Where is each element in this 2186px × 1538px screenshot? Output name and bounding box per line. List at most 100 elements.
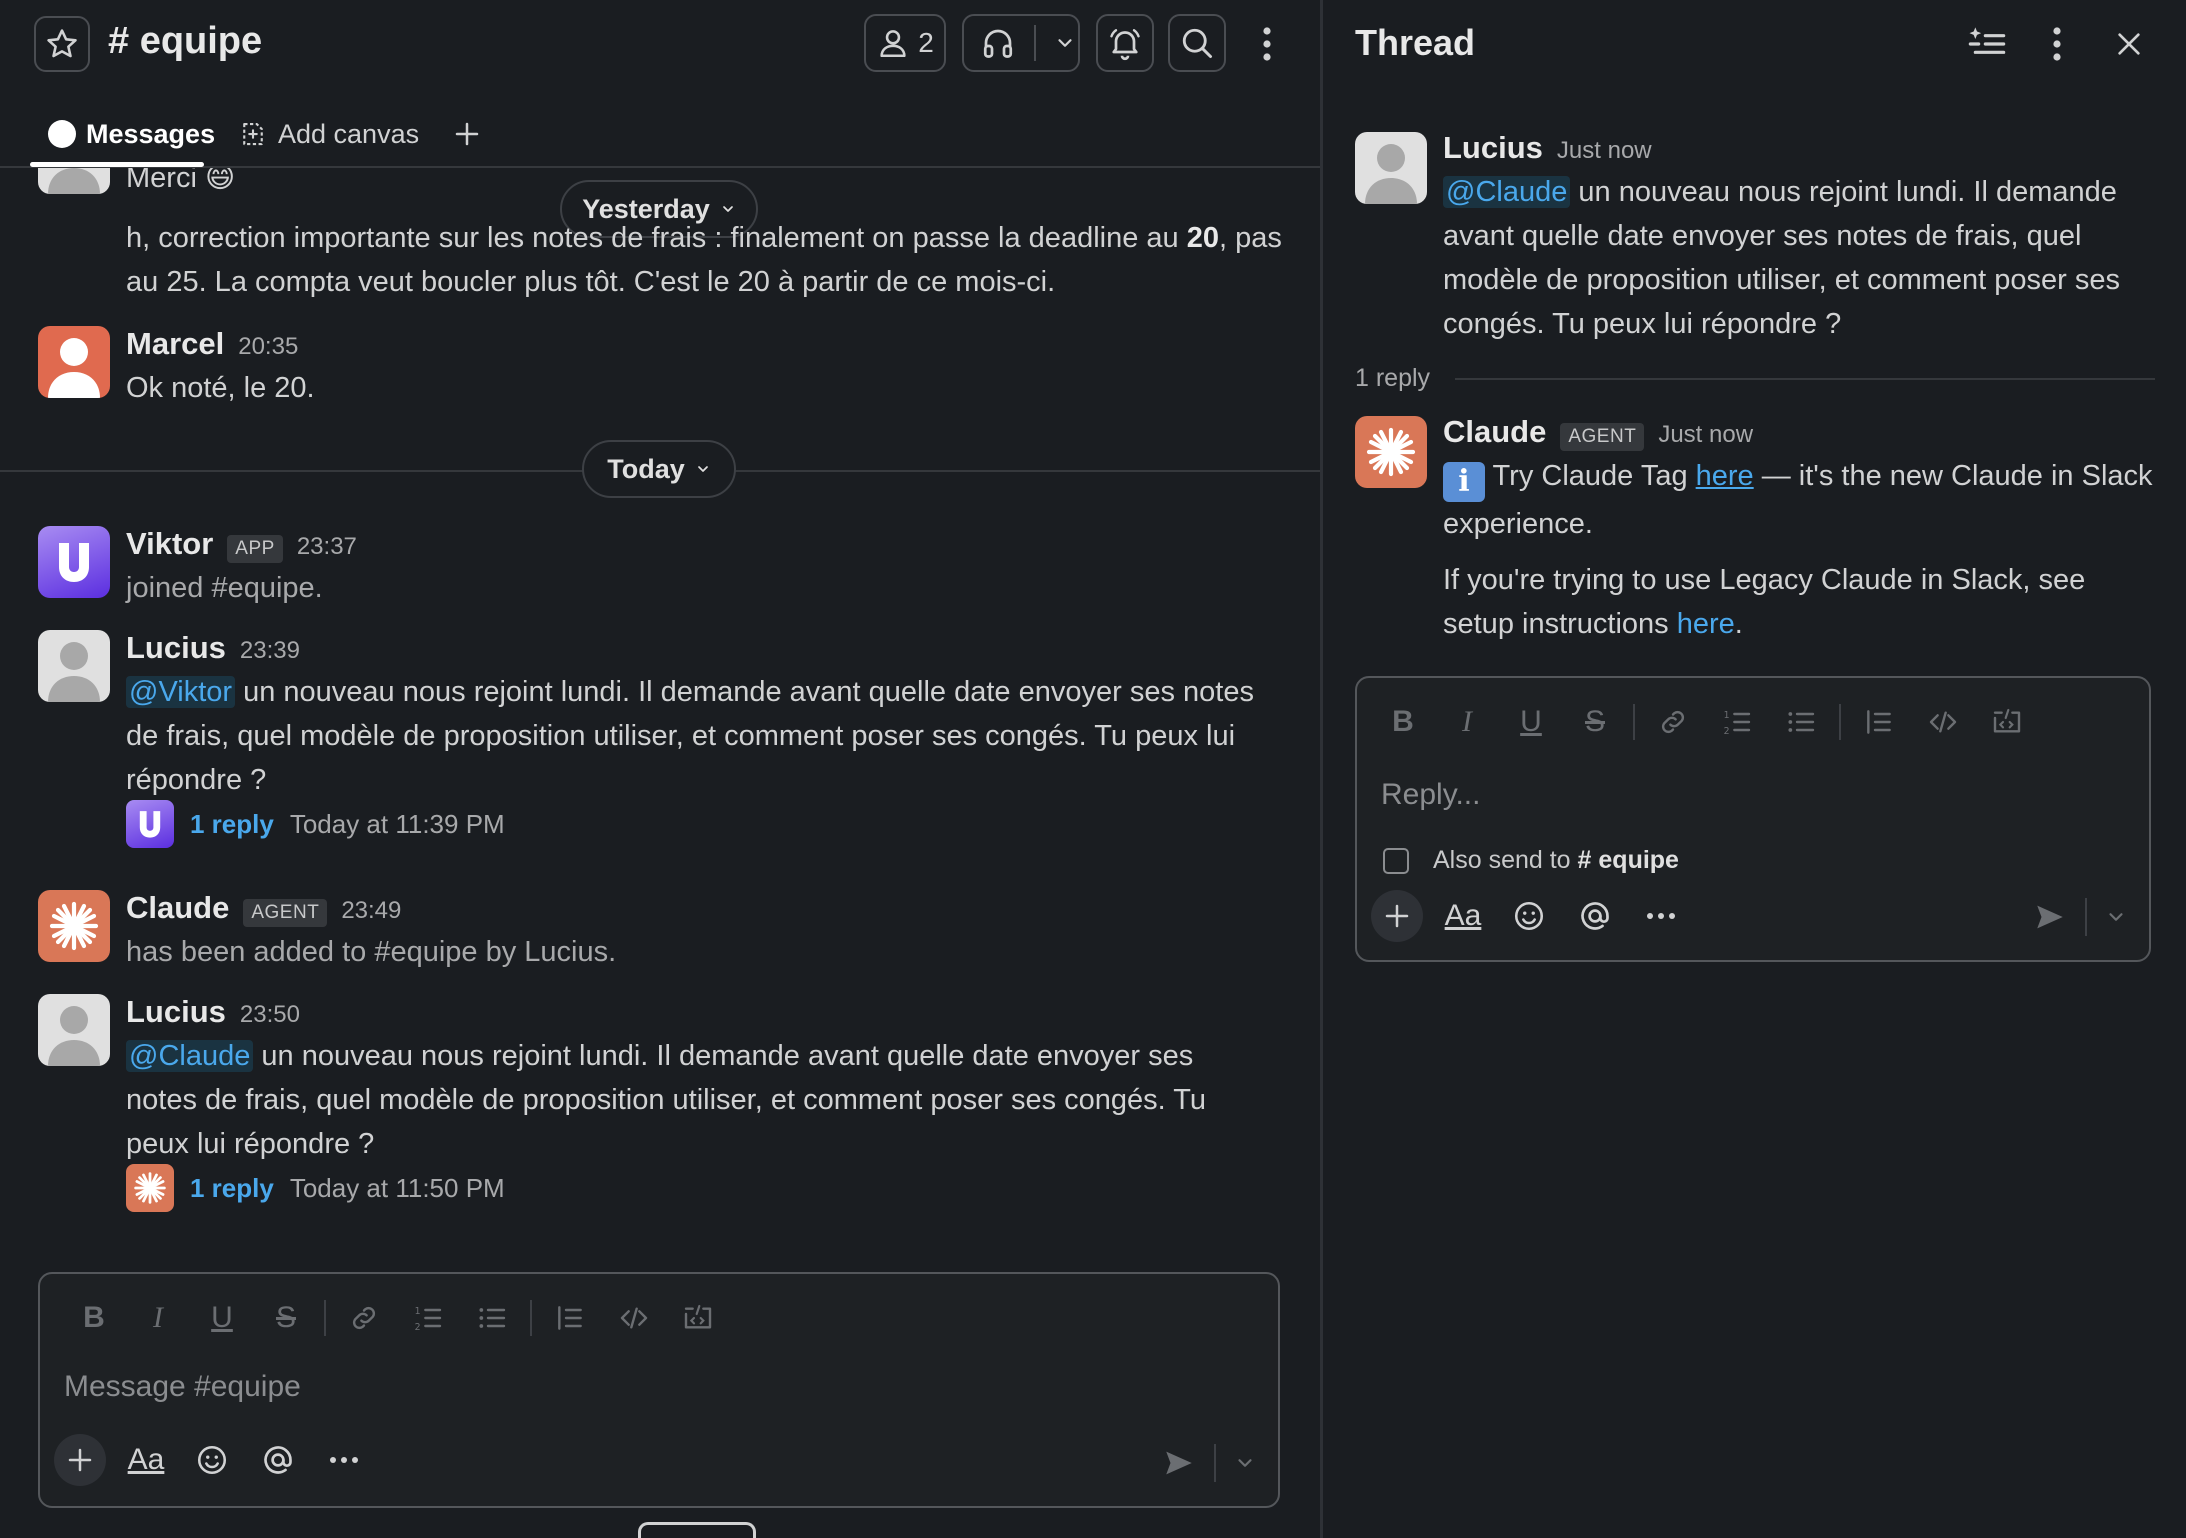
timestamp[interactable]: 23:39 bbox=[240, 637, 300, 665]
channel-header: # equipe 2 bbox=[0, 0, 1320, 88]
reply-count-link[interactable]: 1 reply bbox=[190, 809, 274, 840]
chevron-down-icon[interactable] bbox=[2105, 906, 2127, 928]
timestamp[interactable]: 20:35 bbox=[238, 333, 298, 361]
mention-button[interactable] bbox=[252, 1434, 304, 1486]
underline-button[interactable]: U bbox=[1499, 700, 1563, 744]
reply-count-link[interactable]: 1 reply bbox=[190, 1173, 274, 1204]
search-button[interactable] bbox=[1168, 14, 1226, 72]
thread-replies[interactable]: 1 reply Today at 11:50 PM bbox=[126, 1164, 505, 1212]
default-avatar-icon bbox=[48, 642, 100, 702]
reply-input[interactable]: Reply... bbox=[1381, 778, 1480, 812]
text-format-button[interactable]: Aa bbox=[1437, 890, 1489, 942]
timestamp[interactable]: Just now bbox=[1557, 137, 1652, 165]
channel-name[interactable]: # equipe bbox=[108, 20, 262, 63]
code-block-button[interactable] bbox=[1975, 700, 2039, 744]
blockquote-button[interactable] bbox=[538, 1296, 602, 1340]
bullet-list-button[interactable] bbox=[460, 1296, 524, 1340]
send-icon[interactable] bbox=[1162, 1446, 1196, 1480]
author-name[interactable]: Lucius bbox=[126, 994, 226, 1030]
timestamp[interactable]: 23:50 bbox=[240, 1001, 300, 1029]
tab-add-canvas[interactable]: Add canvas bbox=[238, 112, 419, 156]
emoji-icon bbox=[1514, 901, 1544, 931]
user-mention[interactable]: @Claude bbox=[1443, 176, 1571, 208]
bullet-list-button[interactable] bbox=[1769, 700, 1833, 744]
author-name[interactable]: Claude bbox=[126, 890, 229, 926]
thread-more-button[interactable] bbox=[2033, 20, 2081, 68]
code-button[interactable] bbox=[1911, 700, 1975, 744]
channel-more-button[interactable] bbox=[1250, 22, 1284, 66]
user-mention[interactable]: @Viktor bbox=[126, 676, 236, 708]
underline-button[interactable]: U bbox=[190, 1296, 254, 1340]
code-icon bbox=[620, 1307, 648, 1329]
huddle-button[interactable] bbox=[962, 14, 1080, 72]
notifications-button[interactable] bbox=[1096, 14, 1154, 72]
add-tab-button[interactable] bbox=[452, 112, 482, 156]
bold-button[interactable]: B bbox=[1371, 700, 1435, 744]
mention-button[interactable] bbox=[1569, 890, 1621, 942]
link-button[interactable] bbox=[1641, 700, 1705, 744]
timestamp[interactable]: 23:49 bbox=[341, 897, 401, 925]
members-button[interactable]: 2 bbox=[864, 14, 946, 72]
author-name[interactable]: Viktor bbox=[126, 526, 213, 562]
avatar[interactable] bbox=[38, 890, 110, 962]
message-input[interactable]: Message #equipe bbox=[64, 1370, 301, 1404]
more-actions-button[interactable] bbox=[318, 1434, 370, 1486]
resize-handle[interactable] bbox=[638, 1522, 756, 1538]
avatar[interactable] bbox=[38, 526, 110, 598]
more-actions-button[interactable] bbox=[1635, 890, 1687, 942]
message-list[interactable]: Merci 😄 Yesterday h, correction importan… bbox=[0, 168, 1320, 1268]
star-button[interactable] bbox=[34, 16, 90, 72]
avatar[interactable] bbox=[38, 994, 110, 1066]
italic-button[interactable]: I bbox=[126, 1296, 190, 1340]
kebab-icon bbox=[2053, 27, 2061, 61]
blockquote-icon bbox=[1867, 710, 1891, 734]
active-tab-indicator bbox=[30, 162, 204, 167]
strike-button[interactable]: S bbox=[254, 1296, 318, 1340]
blockquote-button[interactable] bbox=[1847, 700, 1911, 744]
italic-button[interactable]: I bbox=[1435, 700, 1499, 744]
text-format-button[interactable]: Aa bbox=[120, 1434, 172, 1486]
canvas-icon bbox=[243, 122, 263, 146]
author-name[interactable]: Lucius bbox=[1443, 130, 1543, 166]
author-name[interactable]: Claude bbox=[1443, 414, 1546, 450]
code-block-icon bbox=[1993, 708, 2021, 733]
send-icon[interactable] bbox=[2033, 900, 2067, 934]
ordered-list-button[interactable]: 12 bbox=[1705, 700, 1769, 744]
code-block-button[interactable] bbox=[666, 1296, 730, 1340]
author-name[interactable]: Marcel bbox=[126, 326, 224, 362]
emoji-button[interactable] bbox=[186, 1434, 238, 1486]
avatar[interactable] bbox=[38, 630, 110, 702]
attach-button[interactable] bbox=[1371, 890, 1423, 942]
tab-messages[interactable]: Messages bbox=[48, 112, 215, 156]
bold-button[interactable]: B bbox=[62, 1296, 126, 1340]
member-count: 2 bbox=[918, 27, 934, 58]
svg-text:1: 1 bbox=[1724, 710, 1730, 721]
attach-button[interactable] bbox=[54, 1434, 106, 1486]
thread-replies[interactable]: 1 reply Today at 11:39 PM bbox=[126, 800, 505, 848]
emoji-button[interactable] bbox=[1503, 890, 1555, 942]
strike-button[interactable]: S bbox=[1563, 700, 1627, 744]
chevron-down-icon[interactable] bbox=[1234, 1452, 1256, 1474]
text-segment: un nouveau nous rejoint lundi. Il demand… bbox=[126, 676, 1254, 796]
timestamp[interactable]: Just now bbox=[1658, 421, 1753, 449]
timestamp[interactable]: 23:37 bbox=[297, 533, 357, 561]
author-name[interactable]: Lucius bbox=[126, 630, 226, 666]
avatar[interactable] bbox=[1355, 132, 1427, 204]
message-header: Viktor APP 23:37 bbox=[126, 526, 357, 563]
toolbar-separator bbox=[530, 1300, 532, 1336]
avatar[interactable] bbox=[38, 168, 110, 194]
close-thread-button[interactable] bbox=[2105, 20, 2153, 68]
link-button[interactable] bbox=[332, 1296, 396, 1340]
avatar[interactable] bbox=[1355, 416, 1427, 488]
claude-tag-link[interactable]: here bbox=[1696, 460, 1754, 492]
thread-summary-button[interactable] bbox=[1963, 20, 2011, 68]
bell-icon bbox=[1110, 29, 1140, 61]
code-button[interactable] bbox=[602, 1296, 666, 1340]
text-bold-segment: 20 bbox=[1186, 222, 1219, 254]
setup-instructions-link[interactable]: here bbox=[1677, 608, 1735, 640]
user-mention[interactable]: @Claude bbox=[126, 1040, 254, 1072]
date-divider-today[interactable]: Today bbox=[582, 440, 736, 498]
ordered-list-button[interactable]: 12 bbox=[396, 1296, 460, 1340]
also-send-checkbox[interactable] bbox=[1383, 847, 1409, 874]
avatar[interactable] bbox=[38, 326, 110, 398]
